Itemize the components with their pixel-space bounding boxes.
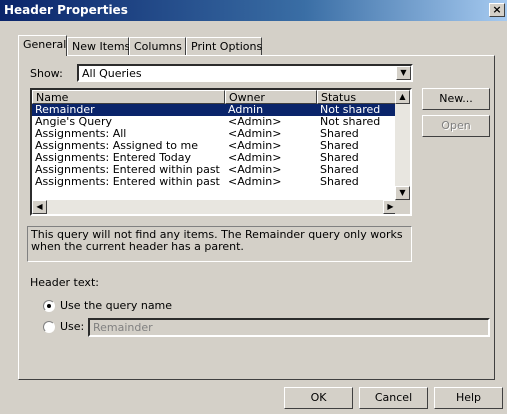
query-list[interactable]: Name Owner Status Remainder Admin Not shar… (30, 88, 412, 216)
table-row[interactable]: Assignments: Assigned to me <Admin> Shared (32, 140, 398, 152)
use-query-name-radio[interactable] (43, 300, 55, 312)
tab-general[interactable]: General (18, 35, 67, 56)
table-cell-name: Assignments: Entered within past mo… (35, 164, 223, 176)
open-button[interactable]: Open (422, 115, 490, 137)
table-cell-name: Remainder (35, 104, 95, 116)
table-row[interactable]: Remainder Admin Not shared (32, 104, 398, 116)
table-row[interactable]: Assignments: Entered within past mo… <Adm… (32, 164, 398, 176)
show-label: Show: (30, 67, 63, 80)
query-description: This query will not find any items. The … (27, 226, 412, 262)
tab-columns[interactable]: Columns (129, 37, 186, 55)
horizontal-scrollbar[interactable]: ◀ ▶ (32, 200, 398, 214)
column-header-status[interactable]: Status (317, 90, 398, 104)
table-cell-owner: <Admin> (228, 164, 282, 176)
table-row[interactable]: Angie's Query <Admin> Not shared (32, 116, 398, 128)
table-cell-owner: <Admin> (228, 116, 282, 128)
scroll-up-icon[interactable]: ▲ (395, 90, 410, 104)
scroll-corner (395, 200, 410, 214)
table-cell-status: Shared (320, 140, 359, 152)
table-cell-status: Shared (320, 164, 359, 176)
use-custom-radio[interactable] (43, 321, 55, 333)
show-dropdown[interactable]: All Queries ▼ (77, 64, 413, 82)
close-button[interactable]: × (489, 3, 505, 17)
table-row[interactable]: Assignments: Entered within past week <Ad… (32, 176, 398, 188)
show-dropdown-value: All Queries (82, 67, 142, 80)
table-cell-owner: Admin (228, 104, 264, 116)
scroll-down-icon[interactable]: ▼ (395, 186, 410, 200)
window-title: Header Properties (4, 3, 128, 17)
chevron-down-icon[interactable]: ▼ (396, 66, 411, 80)
table-cell-status: Shared (320, 128, 359, 140)
scroll-left-icon[interactable]: ◀ (32, 200, 47, 214)
ok-button[interactable]: OK (284, 387, 353, 409)
use-custom-label[interactable]: Use: (60, 320, 84, 333)
vertical-scrollbar[interactable]: ▲ ▼ (395, 90, 410, 200)
table-cell-owner: <Admin> (228, 152, 282, 164)
table-cell-name: Assignments: Assigned to me (35, 140, 198, 152)
table-cell-status: Shared (320, 176, 359, 188)
table-cell-name: Assignments: All (35, 128, 127, 140)
table-cell-status: Not shared (320, 116, 381, 128)
table-cell-status: Not shared (320, 104, 381, 116)
table-cell-name: Assignments: Entered Today (35, 152, 192, 164)
use-query-name-label[interactable]: Use the query name (60, 299, 172, 312)
help-button[interactable]: Help (434, 387, 503, 409)
table-cell-name: Angie's Query (35, 116, 112, 128)
title-bar: Header Properties × (0, 0, 507, 21)
table-cell-owner: <Admin> (228, 176, 282, 188)
header-text-label: Header text: (30, 276, 99, 289)
tab-new-items[interactable]: New Items (67, 37, 130, 55)
table-cell-owner: <Admin> (228, 128, 282, 140)
tab-print-options[interactable]: Print Options (186, 37, 262, 55)
table-row[interactable]: Assignments: All <Admin> Shared (32, 128, 398, 140)
column-header-name[interactable]: Name (32, 90, 225, 104)
custom-header-input[interactable]: Remainder (88, 318, 490, 337)
table-cell-owner: <Admin> (228, 140, 282, 152)
table-cell-name: Assignments: Entered within past week (35, 176, 223, 188)
table-row[interactable]: Assignments: Entered Today <Admin> Shared (32, 152, 398, 164)
table-cell-status: Shared (320, 152, 359, 164)
column-header-owner[interactable]: Owner (225, 90, 317, 104)
list-header: Name Owner Status (32, 90, 398, 104)
header-properties-dialog: Header Properties × General New Items Co… (0, 0, 507, 414)
cancel-button[interactable]: Cancel (359, 387, 428, 409)
new-button[interactable]: New... (422, 88, 490, 110)
